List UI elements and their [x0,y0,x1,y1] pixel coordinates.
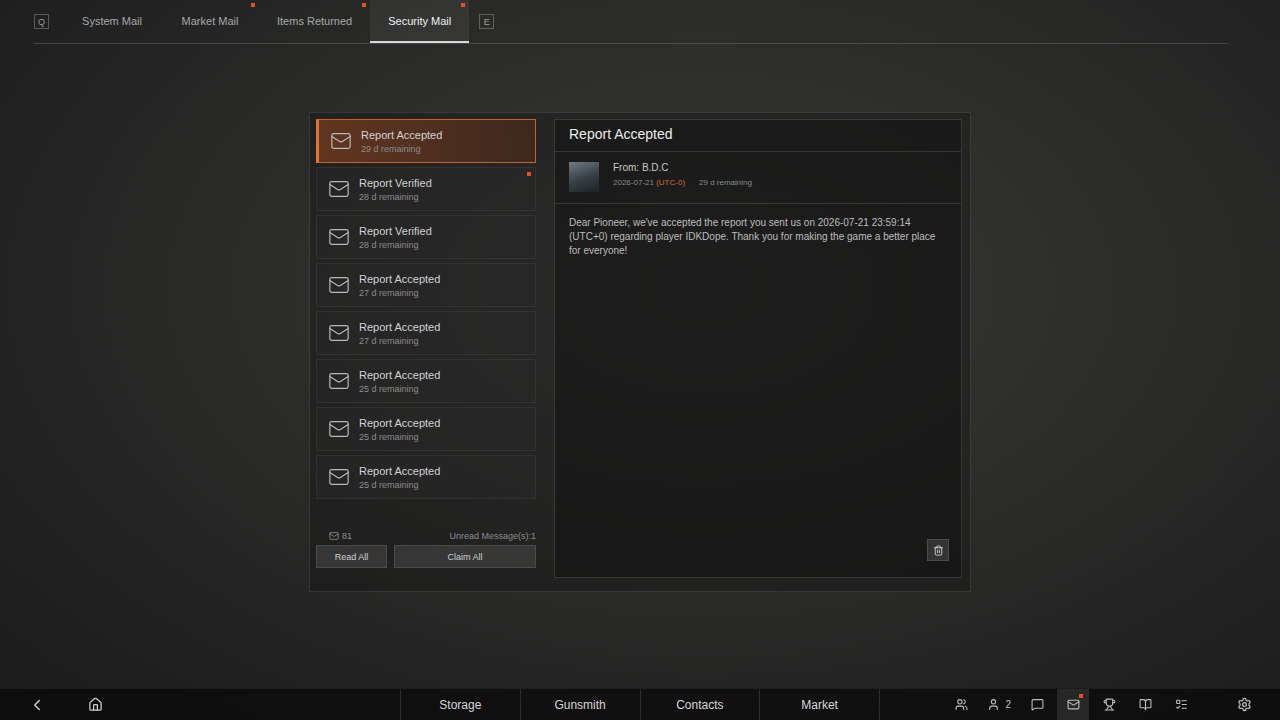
mail-remaining: 27 d remaining [359,288,440,298]
squad-icon [955,698,968,711]
tray-button[interactable] [1129,689,1161,720]
mail-panel: Report Accepted 29 d remaining Report Veri… [309,112,971,592]
mail-tab[interactable]: System Mail [63,0,161,43]
friends-icon [987,698,1000,711]
mail-item[interactable]: Report Accepted 25 d remaining [316,455,536,499]
back-icon[interactable] [28,696,46,714]
alert-dot [1079,694,1083,698]
envelope-icon [328,178,350,200]
mail-list: Report Accepted 29 d remaining Report Veri… [316,119,536,511]
tasks-icon [1175,698,1188,711]
mail-item[interactable]: Report Accepted 27 d remaining [316,263,536,307]
codex-icon [1139,698,1152,711]
tray-button[interactable]: 2 [981,689,1017,720]
mail-title: Report Accepted [359,321,440,333]
tray-button[interactable] [1021,689,1053,720]
mail-title: Report Accepted [359,369,440,381]
mail-icon [1067,698,1080,711]
chat-icon [1031,698,1044,711]
mail-body: Dear Pioneer, we've accepted the report … [555,204,961,539]
mail-tab[interactable]: Items Returned [259,0,370,43]
tray-button[interactable] [945,689,977,720]
mail-action-button[interactable]: Claim All [394,545,536,568]
unread-dot [362,3,366,7]
tray-badge: 2 [1005,699,1011,710]
next-tab-key[interactable]: E [479,14,494,29]
mail-remaining: 28 d remaining [359,192,432,202]
mail-title: Report Verified [359,225,432,237]
mail-title: Report Accepted [359,417,440,429]
mail-item[interactable]: Report Verified 28 d remaining [316,167,536,211]
bottom-nav: StorageGunsmithContactsMarket 2 [0,688,1280,720]
detail-title: Report Accepted [555,120,961,152]
delete-button[interactable] [927,539,949,561]
mail-item[interactable]: Report Accepted 27 d remaining [316,311,536,355]
gear-icon[interactable] [1237,697,1252,712]
mail-count-icon [329,531,339,541]
mail-title: Report Accepted [359,273,440,285]
detail-remaining: 29 d remaining [699,178,752,187]
tray-button[interactable] [1093,689,1125,720]
unread-count: Unread Message(s):1 [449,531,536,541]
envelope-icon [328,322,350,344]
mail-item[interactable]: Report Accepted 25 d remaining [316,407,536,451]
envelope-icon [328,370,350,392]
mail-action-button[interactable]: Read All [316,545,387,568]
mail-count-row: 81 Unread Message(s):1 [316,531,536,541]
envelope-icon [328,418,350,440]
mail-detail: Report Accepted From: B.D.C 2026-07-21 (UT… [554,119,962,578]
mail-remaining: 29 d remaining [361,144,442,154]
tray-button[interactable] [1165,689,1197,720]
nav-item[interactable]: Gunsmith [520,689,640,720]
mail-date: 2026-07-21 (UTC-0) [613,178,685,187]
unread-dot [527,172,531,176]
mail-item[interactable]: Report Accepted 25 d remaining [316,359,536,403]
mail-item[interactable]: Report Verified 28 d remaining [316,215,536,259]
sender-avatar [569,162,599,192]
mail-tab[interactable]: Security Mail [370,0,469,43]
unread-dot [251,3,255,7]
trash-icon [933,545,944,556]
mail-remaining: 25 d remaining [359,480,440,490]
mail-count: 81 [342,531,352,541]
unread-dot [461,3,465,7]
mail-title: Report Accepted [359,465,440,477]
mail-remaining: 25 d remaining [359,384,440,394]
mail-title: Report Accepted [361,129,442,141]
mail-remaining: 25 d remaining [359,432,440,442]
envelope-icon [328,274,350,296]
envelope-icon [330,130,352,152]
envelope-icon [328,226,350,248]
nav-item[interactable]: Contacts [640,689,760,720]
tray-button[interactable] [1057,689,1089,720]
mail-item[interactable]: Report Accepted 29 d remaining [316,119,536,163]
mail-remaining: 27 d remaining [359,336,440,346]
mail-title: Report Verified [359,177,432,189]
nav-item[interactable]: Market [759,689,880,720]
mail-list-column: Report Accepted 29 d remaining Report Veri… [316,119,536,585]
envelope-icon [328,466,350,488]
home-icon[interactable] [88,697,103,712]
achievements-icon [1103,698,1116,711]
sender: From: B.D.C [613,162,752,173]
mail-tab[interactable]: Market Mail [161,0,259,43]
mail-screen: Q System MailMarket MailItems ReturnedSec… [0,0,1280,720]
nav-item[interactable]: Storage [400,689,520,720]
prev-tab-key[interactable]: Q [34,14,49,29]
mail-tabs: Q System MailMarket MailItems ReturnedSec… [34,0,1228,44]
mail-remaining: 28 d remaining [359,240,432,250]
